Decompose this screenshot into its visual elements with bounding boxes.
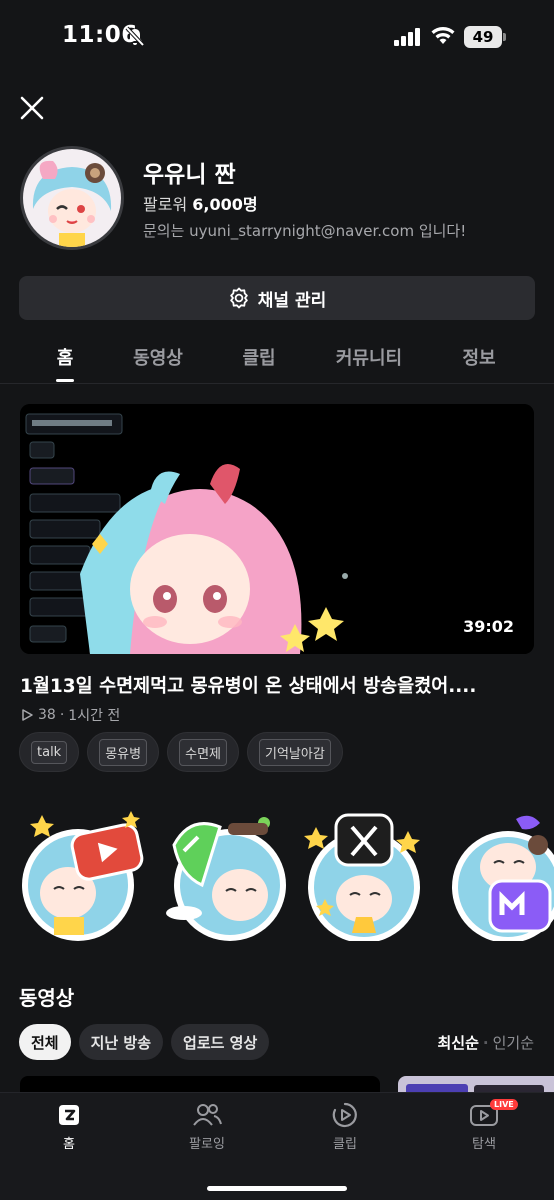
green-sticker-icon[interactable] (160, 805, 292, 941)
avatar-illustration-icon (23, 149, 121, 247)
followers-number: 6,000명 (192, 195, 258, 214)
nav-following[interactable]: 팔로잉 (167, 1101, 247, 1152)
followers-label: 팔로워 (143, 195, 188, 214)
sort-latest[interactable]: 최신순 (437, 1034, 478, 1052)
battery-indicator: 49 (464, 26, 502, 48)
gear-icon (229, 287, 248, 309)
tab-clips[interactable]: 클립 (242, 344, 275, 370)
signal-icon (394, 28, 420, 46)
nav-explore-label: 탐색 (472, 1137, 496, 1152)
purple-sticker-icon[interactable] (442, 805, 554, 941)
nav-clips-label: 클립 (333, 1137, 357, 1152)
filter-all[interactable]: 전체 (19, 1024, 71, 1060)
filter-past-broadcasts[interactable]: 지난 방송 (78, 1024, 164, 1060)
tag-chip[interactable]: 기억날아감 (247, 732, 343, 772)
tag-label: 기억날아감 (259, 738, 331, 766)
play-count-icon (22, 709, 33, 721)
status-bar: 11:06 49 (0, 0, 554, 70)
video-thumbnail-image (20, 404, 534, 654)
tab-videos[interactable]: 동영상 (133, 344, 183, 370)
wifi-icon (431, 27, 455, 44)
tag-label: 몽유병 (99, 738, 148, 766)
bottom-navigation: 홈 팔로잉 클립 LIVE 탐색 (0, 1092, 554, 1200)
x-sticker-icon[interactable] (300, 805, 432, 941)
close-icon[interactable] (18, 94, 46, 122)
nav-following-label: 팔로잉 (189, 1137, 225, 1152)
home-indicator (207, 1186, 347, 1191)
channel-avatar[interactable] (20, 146, 124, 250)
meta-separator: · (59, 707, 65, 723)
tag-chip[interactable]: talk (19, 732, 80, 772)
tab-info[interactable]: 정보 (462, 344, 495, 370)
view-count: 38 (38, 707, 56, 723)
video-meta: 38 · 1시간 전 (20, 705, 120, 725)
videos-section-title: 동영상 (19, 986, 75, 1010)
nav-clips[interactable]: 클립 (305, 1101, 385, 1152)
battery-nub (503, 33, 506, 41)
tab-community[interactable]: 커뮤니티 (336, 344, 402, 370)
filter-uploaded-videos[interactable]: 업로드 영상 (171, 1024, 270, 1060)
tag-chip[interactable]: 몽유병 (87, 732, 160, 772)
tag-chip[interactable]: 수면제 (167, 732, 239, 772)
nav-home[interactable]: 홈 (29, 1101, 109, 1152)
follower-count: 팔로워 6,000명 (143, 191, 258, 215)
video-title[interactable]: 1월13일 수면제먹고 몽유병이 온 상태에서 방송을켰어.... (20, 672, 476, 698)
youtube-sticker-icon[interactable] (18, 805, 150, 941)
sort-options: 최신순 · 인기순 (437, 1032, 534, 1053)
sort-popular[interactable]: 인기순 (493, 1034, 534, 1052)
nav-home-label: 홈 (63, 1137, 75, 1152)
channel-name: 우유니 짠 (143, 162, 236, 188)
manage-button-label: 채널 관리 (257, 290, 327, 311)
channel-tabs: 홈 동영상 클립 커뮤니티 정보 (0, 338, 554, 384)
sticker-links-row (0, 805, 554, 945)
video-duration: 39:02 (463, 617, 514, 636)
channel-description: 문의는 uyuni_starrynight@naver.com 입니다! (143, 222, 467, 240)
tag-label: 수면제 (179, 738, 227, 766)
tag-label: talk (31, 740, 68, 764)
channel-manage-button[interactable]: 채널 관리 (19, 276, 535, 320)
featured-video-thumbnail[interactable]: 39:02 (20, 404, 534, 654)
clip-icon (332, 1102, 357, 1128)
bell-off-icon (125, 26, 145, 47)
tab-home[interactable]: 홈 (57, 344, 74, 370)
following-icon (193, 1104, 222, 1126)
live-badge: LIVE (490, 1099, 518, 1110)
nav-explore[interactable]: LIVE 탐색 (444, 1099, 524, 1152)
upload-time: 1시간 전 (68, 708, 121, 724)
video-tags: talk 몽유병 수면제 기억날아감 (19, 732, 343, 772)
video-filter-chips: 전체 지난 방송 업로드 영상 (19, 1024, 270, 1060)
sort-separator: · (482, 1034, 489, 1052)
home-icon (59, 1105, 79, 1125)
active-tab-indicator (56, 379, 74, 382)
